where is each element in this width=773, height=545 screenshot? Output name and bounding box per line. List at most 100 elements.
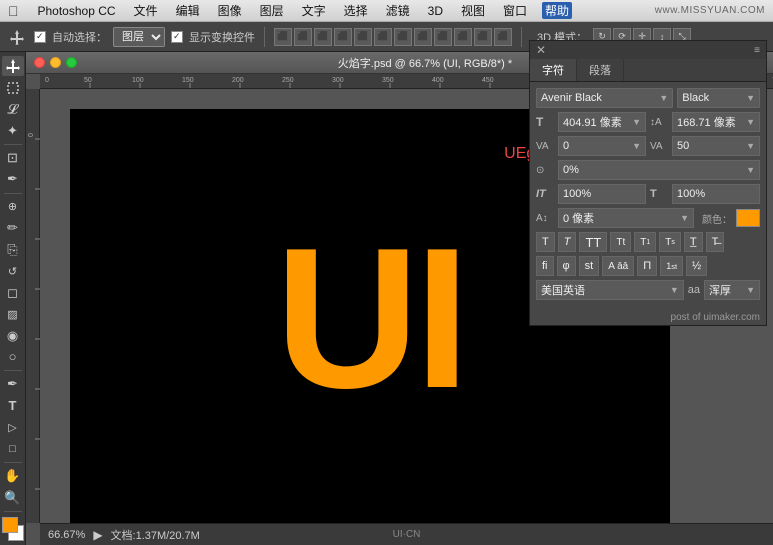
style-super-btn[interactable]: T1: [634, 232, 656, 252]
fraction-btn[interactable]: ½: [686, 256, 707, 276]
menubar-window[interactable]: 窗口: [500, 2, 530, 19]
distribute-right-icon[interactable]: ⬛: [434, 28, 452, 46]
traffic-lights: [34, 57, 77, 68]
char-panel-close-icon[interactable]: ✕: [536, 43, 546, 57]
ligature-st-btn[interactable]: st: [579, 256, 600, 276]
marquee-tool[interactable]: [2, 77, 24, 97]
foreground-color-swatch[interactable]: [2, 517, 18, 533]
pen-tool[interactable]: ✒: [2, 374, 24, 394]
auto-select-dropdown[interactable]: 图层: [113, 27, 165, 47]
scale-field[interactable]: 0% ▼: [558, 160, 760, 180]
menubar-edit[interactable]: 编辑: [173, 2, 203, 19]
ligature-phi-btn[interactable]: φ: [557, 256, 576, 276]
scale-v-field[interactable]: 100%: [672, 184, 760, 204]
hand-tool[interactable]: ✋: [2, 466, 24, 486]
style-regular-btn[interactable]: T: [536, 232, 555, 252]
language-row: 美国英语 ▼ aa 浑厚 ▼: [536, 280, 760, 300]
char-panel-expand-icon[interactable]: ≡: [754, 45, 760, 56]
menubar-layer[interactable]: 图层: [257, 2, 287, 19]
healing-tool[interactable]: ⊕: [2, 197, 24, 217]
scale-v-icon: T: [650, 188, 668, 200]
svg-text:150: 150: [182, 77, 194, 84]
menubar-select[interactable]: 选择: [341, 2, 371, 19]
show-transform-checkbox[interactable]: [171, 31, 183, 43]
text-tool[interactable]: T: [2, 396, 24, 416]
font-size-field[interactable]: 404.91 像素 ▼: [558, 112, 646, 132]
color-swatches[interactable]: [2, 517, 24, 541]
eyedropper-tool[interactable]: ✒: [2, 169, 24, 189]
char-panel-header[interactable]: ✕ ≡: [530, 41, 766, 59]
leading-field[interactable]: 168.71 像素 ▼: [672, 112, 760, 132]
tracking-field[interactable]: 0 ▼: [558, 136, 646, 156]
move-tool[interactable]: [2, 56, 24, 76]
style-underline-btn[interactable]: T̲: [684, 232, 703, 252]
align-center-v-icon[interactable]: ⬛: [354, 28, 372, 46]
distribute-center-v-icon[interactable]: ⬛: [474, 28, 492, 46]
baseline-field[interactable]: 0 像素 ▼: [558, 208, 694, 228]
distribute-bottom-icon[interactable]: ⬛: [494, 28, 512, 46]
left-toolbar: 𝓛 ✦ ⊡ ✒ ⊕ ✏ ⎘ ↺ ◻ ▨ ◉ ○ ✒ T ▷ □ ✋ 🔍: [0, 52, 26, 545]
distribute-left-icon[interactable]: ⬛: [394, 28, 412, 46]
align-left-icon[interactable]: ⬛: [274, 28, 292, 46]
wand-tool[interactable]: ✦: [2, 120, 24, 140]
scale-row: ⊙ 0% ▼: [536, 160, 760, 180]
style-strikethrough-btn[interactable]: T̶: [706, 232, 725, 252]
svg-text:350: 350: [382, 77, 394, 84]
lasso-tool[interactable]: 𝓛: [2, 99, 24, 119]
ligature-aa-btn[interactable]: A āā: [602, 256, 634, 276]
menubar-filter[interactable]: 滤镜: [383, 2, 413, 19]
ordinal-btn[interactable]: 1st: [660, 256, 683, 276]
history-brush-tool[interactable]: ↺: [2, 261, 24, 281]
brush-tool[interactable]: ✏: [2, 218, 24, 238]
menubar-text[interactable]: 文字: [299, 2, 329, 19]
align-top-icon[interactable]: ⬛: [334, 28, 352, 46]
auto-select-checkbox[interactable]: [34, 31, 46, 43]
gradient-tool[interactable]: ▨: [2, 304, 24, 324]
shape-tool[interactable]: □: [2, 439, 24, 459]
menubar-help[interactable]: 帮助: [542, 2, 572, 19]
baseline-color-row: A↕ 0 像素 ▼ 颜色：: [536, 208, 760, 228]
style-italic-btn[interactable]: T: [558, 232, 577, 252]
crop-tool[interactable]: ⊡: [2, 148, 24, 168]
toolbar-sep-3: [4, 370, 22, 371]
language-select[interactable]: 美国英语 ▼: [536, 280, 684, 300]
tab-paragraph[interactable]: 段落: [577, 59, 624, 81]
menubar-image[interactable]: 图像: [215, 2, 245, 19]
eraser-tool[interactable]: ◻: [2, 282, 24, 302]
distribute-center-h-icon[interactable]: ⬛: [414, 28, 432, 46]
auto-select-label: 自动选择：: [52, 29, 107, 45]
style-sub-btn[interactable]: Ts: [659, 232, 681, 252]
font-size-icon: T: [536, 115, 554, 129]
path-tool[interactable]: ▷: [2, 417, 24, 437]
font-style-select[interactable]: Black ▼: [677, 88, 760, 108]
status-arrow: ▶: [93, 528, 102, 542]
font-family-select[interactable]: Avenir Black ▼: [536, 88, 673, 108]
maximize-button[interactable]: [66, 57, 77, 68]
menubar-app[interactable]: Photoshop CC: [35, 4, 119, 18]
canvas-ui-text: UI: [275, 219, 465, 419]
align-center-h-icon[interactable]: ⬛: [294, 28, 312, 46]
menubar-view[interactable]: 视图: [458, 2, 488, 19]
align-bottom-icon[interactable]: ⬛: [374, 28, 392, 46]
style-smallcaps-btn[interactable]: Tt: [610, 232, 631, 252]
align-right-icon[interactable]: ⬛: [314, 28, 332, 46]
zoom-tool[interactable]: 🔍: [2, 487, 24, 507]
distribute-top-icon[interactable]: ⬛: [454, 28, 472, 46]
text-color-swatch[interactable]: [736, 209, 760, 227]
ligature-fi-btn[interactable]: fi: [536, 256, 554, 276]
scale-h-field[interactable]: 100%: [558, 184, 646, 204]
apple-icon[interactable]: : [8, 3, 19, 19]
dodge-tool[interactable]: ○: [2, 347, 24, 367]
style-buttons-row: T T TT Tt T1 Ts T̲ T̶: [536, 232, 760, 252]
stamp-tool[interactable]: ⎘: [2, 240, 24, 260]
style-allcaps-btn[interactable]: TT: [579, 232, 607, 252]
minimize-button[interactable]: [50, 57, 61, 68]
menubar-3d[interactable]: 3D: [425, 4, 446, 18]
tab-character[interactable]: 字符: [530, 59, 577, 81]
close-button[interactable]: [34, 57, 45, 68]
blur-tool[interactable]: ◉: [2, 325, 24, 345]
menubar-file[interactable]: 文件: [131, 2, 161, 19]
antialiasing-select[interactable]: 浑厚 ▼: [704, 280, 760, 300]
kerning-field[interactable]: 50 ▼: [672, 136, 760, 156]
ligature-pi-btn[interactable]: Π: [637, 256, 657, 276]
